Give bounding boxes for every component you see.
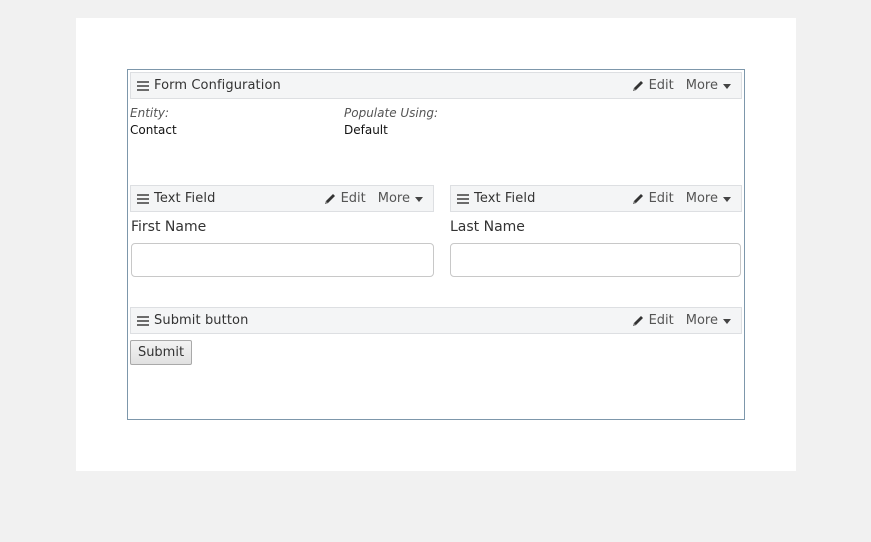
edit-label: Edit [648, 78, 674, 93]
submit-button-bar: Submit button Edit More [130, 307, 742, 334]
first-name-input[interactable] [131, 243, 434, 277]
populate-value: Default [344, 123, 388, 137]
more-label: More [685, 313, 718, 328]
last-name-input[interactable] [450, 243, 741, 277]
pencil-icon [632, 315, 643, 326]
edit-button[interactable]: Edit [631, 78, 674, 93]
pencil-icon [324, 193, 335, 204]
first-name-label: First Name [131, 219, 207, 235]
more-dropdown[interactable]: More [686, 313, 731, 328]
text-field-bar-last-name: Text Field Edit More [450, 185, 742, 212]
text-field-title: Text Field [154, 191, 216, 206]
edit-label: Edit [648, 313, 674, 328]
submit-button[interactable]: Submit [130, 340, 192, 365]
drag-handle-icon[interactable] [137, 314, 149, 328]
pencil-icon [632, 193, 643, 204]
edit-button[interactable]: Edit [631, 191, 674, 206]
drag-handle-icon[interactable] [137, 192, 149, 206]
text-field-title: Text Field [474, 191, 536, 206]
last-name-label: Last Name [450, 219, 525, 235]
text-field-bar-first-name: Text Field Edit More [130, 185, 434, 212]
edit-button[interactable]: Edit [631, 313, 674, 328]
form-config-title: Form Configuration [154, 78, 281, 93]
more-label: More [685, 78, 718, 93]
entity-value: Contact [130, 123, 177, 137]
more-dropdown[interactable]: More [686, 191, 731, 206]
submit-block-actions: Edit More [631, 308, 731, 333]
drag-handle-icon[interactable] [457, 192, 469, 206]
caret-down-icon [723, 318, 731, 324]
more-label: More [377, 191, 410, 206]
pencil-icon [632, 80, 643, 91]
more-label: More [685, 191, 718, 206]
edit-label: Edit [340, 191, 366, 206]
page-canvas: Form Configuration Edit More Entity: Con… [76, 18, 796, 471]
populate-label: Populate Using: [344, 106, 439, 120]
submit-block-title: Submit button [154, 313, 249, 328]
more-dropdown[interactable]: More [686, 78, 731, 93]
form-config-actions: Edit More [631, 73, 731, 98]
caret-down-icon [723, 83, 731, 89]
edit-button[interactable]: Edit [323, 191, 366, 206]
text-field-actions: Edit More [323, 186, 423, 211]
entity-label: Entity: [130, 106, 170, 120]
drag-handle-icon[interactable] [137, 79, 149, 93]
edit-label: Edit [648, 191, 674, 206]
form-container: Form Configuration Edit More Entity: Con… [127, 69, 745, 420]
text-field-actions: Edit More [631, 186, 731, 211]
caret-down-icon [723, 196, 731, 202]
more-dropdown[interactable]: More [378, 191, 423, 206]
caret-down-icon [415, 196, 423, 202]
form-config-bar: Form Configuration Edit More [130, 72, 742, 99]
